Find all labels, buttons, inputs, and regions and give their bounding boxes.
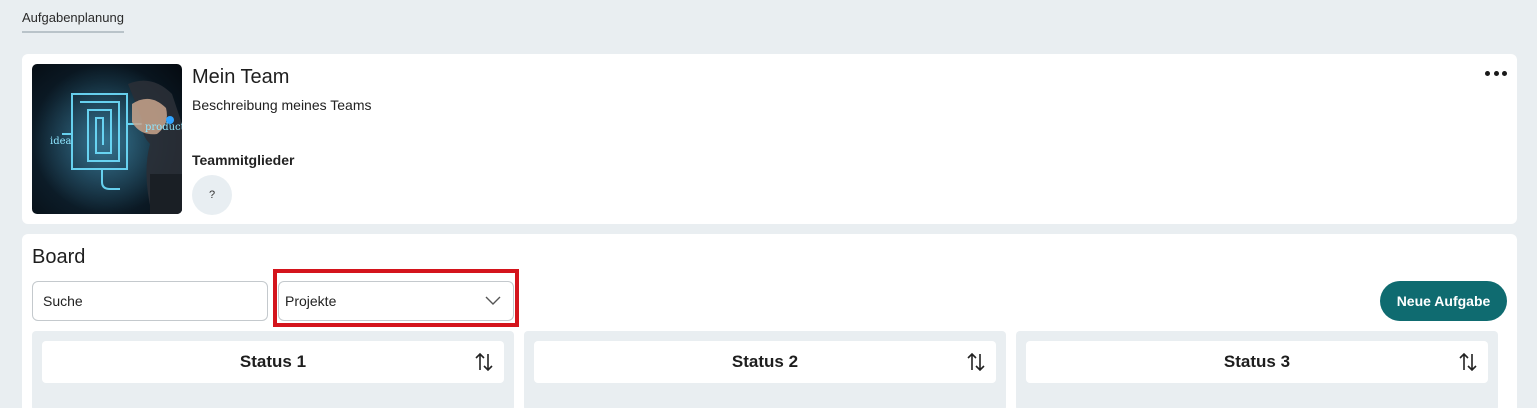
dot bbox=[1485, 70, 1490, 76]
more-horizontal-icon[interactable] bbox=[1485, 68, 1507, 78]
project-select[interactable]: Projekte bbox=[278, 281, 514, 321]
board-title: Board bbox=[32, 246, 86, 268]
members-label: Teammitglieder bbox=[192, 152, 295, 168]
column-header: Status 3 bbox=[1026, 341, 1488, 383]
board-card: Board Projekte Neue Aufgabe Status 1 Sta… bbox=[22, 234, 1517, 408]
team-title: Mein Team bbox=[192, 66, 290, 88]
tab-aufgabenplanung[interactable]: Aufgabenplanung bbox=[22, 10, 124, 33]
board-column: Status 2 bbox=[524, 331, 1006, 408]
dot bbox=[1502, 70, 1507, 76]
sort-arrows-icon[interactable] bbox=[472, 350, 496, 374]
column-title: Status 3 bbox=[1223, 352, 1291, 371]
board-column: Status 1 bbox=[32, 331, 514, 408]
search-input[interactable] bbox=[32, 281, 268, 321]
board-columns: Status 1 Status 2 Status 3 bbox=[32, 331, 1507, 408]
team-description: Beschreibung meines Teams bbox=[192, 97, 372, 113]
column-title: Status 1 bbox=[239, 352, 307, 371]
member-avatar[interactable]: ? bbox=[192, 175, 232, 215]
image-word-idea: idea bbox=[50, 136, 72, 147]
new-task-button[interactable]: Neue Aufgabe bbox=[1380, 281, 1507, 321]
sort-arrows-icon[interactable] bbox=[964, 350, 988, 374]
sort-arrows-icon[interactable] bbox=[1456, 350, 1480, 374]
chevron-down-icon bbox=[485, 296, 501, 305]
image-word-product: product bbox=[145, 122, 182, 133]
column-title: Status 2 bbox=[731, 352, 799, 371]
board-column: Status 3 bbox=[1016, 331, 1498, 408]
project-select-value: Projekte bbox=[285, 293, 337, 309]
column-header: Status 1 bbox=[42, 341, 504, 383]
column-header: Status 2 bbox=[534, 341, 996, 383]
team-image: idea product bbox=[32, 64, 182, 214]
team-card: idea product Mein Team Beschreibung mein… bbox=[22, 54, 1517, 224]
dot bbox=[1493, 70, 1499, 76]
maze-illustration: idea product bbox=[32, 64, 182, 214]
